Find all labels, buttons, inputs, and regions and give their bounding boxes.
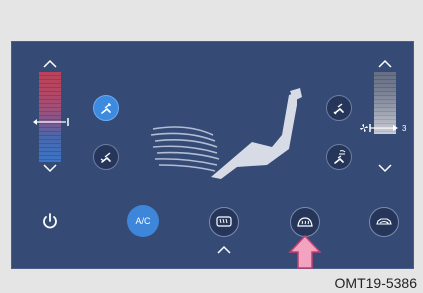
fan-level-label: 3 bbox=[402, 124, 407, 133]
ac-button-label: A/C bbox=[135, 216, 151, 226]
ac-button[interactable]: A/C bbox=[127, 205, 159, 237]
figure-code-caption: OMT19-5386 bbox=[334, 275, 417, 291]
recirculation-car-icon bbox=[376, 218, 392, 225]
temp-up-chevron-icon[interactable] bbox=[43, 59, 57, 68]
floor-defrost-mode-button[interactable] bbox=[326, 144, 352, 170]
fan-up-chevron-icon[interactable] bbox=[378, 59, 392, 68]
power-icon bbox=[43, 213, 57, 229]
airflow-seat-graphic bbox=[150, 88, 302, 179]
floor-vent-icon bbox=[333, 103, 344, 115]
front-defrost-icon bbox=[297, 217, 313, 227]
pointer-arrow-icon bbox=[288, 234, 322, 269]
face-vent-mode-button[interactable] bbox=[93, 95, 119, 121]
recirculation-button[interactable] bbox=[369, 207, 399, 237]
temperature-indicator bbox=[33, 118, 69, 126]
floor-defrost-icon bbox=[334, 150, 346, 164]
fan-icon bbox=[360, 124, 368, 132]
power-button[interactable] bbox=[41, 212, 59, 230]
rear-defrost-button[interactable] bbox=[209, 207, 239, 237]
expand-chevron-icon[interactable] bbox=[217, 245, 231, 254]
face-vent-icon bbox=[101, 103, 111, 114]
rear-defrost-icon bbox=[216, 216, 232, 227]
floor-mode-button[interactable] bbox=[326, 95, 352, 121]
fan-speed-indicator bbox=[369, 124, 398, 132]
climate-control-panel: 3 A/C bbox=[11, 41, 414, 269]
face-floor-icon bbox=[100, 152, 111, 163]
fan-down-chevron-icon[interactable] bbox=[378, 164, 392, 173]
front-defrost-button[interactable] bbox=[290, 207, 320, 237]
temp-down-chevron-icon[interactable] bbox=[43, 164, 57, 173]
face-floor-mode-button[interactable] bbox=[93, 144, 119, 170]
